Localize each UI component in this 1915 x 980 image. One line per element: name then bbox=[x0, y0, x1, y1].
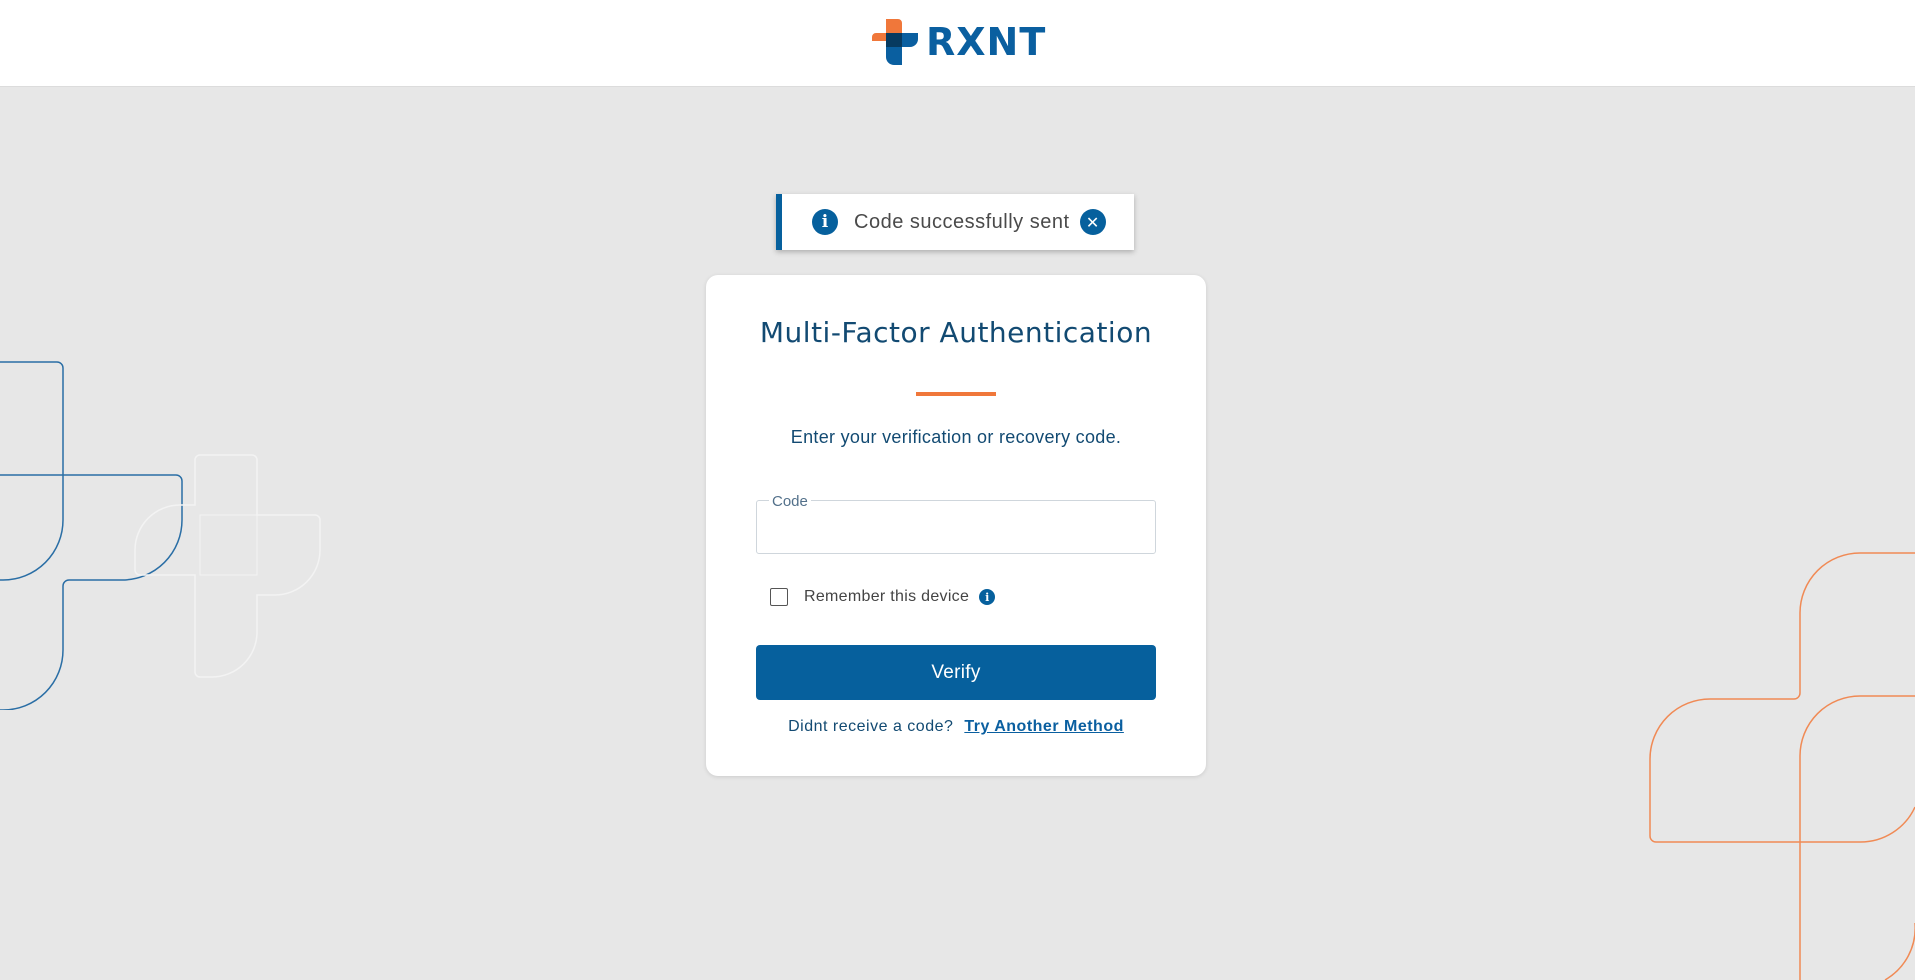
success-toast: i Code successfully sent ✕ bbox=[776, 194, 1134, 250]
remember-device-label[interactable]: Remember this device bbox=[804, 588, 969, 606]
try-another-method-link[interactable]: Try Another Method bbox=[964, 718, 1124, 735]
logo-cross-icon bbox=[872, 19, 918, 65]
logo-text: RXNT bbox=[926, 20, 1047, 64]
info-icon: i bbox=[812, 209, 838, 235]
verify-button[interactable]: Verify bbox=[756, 645, 1156, 700]
code-input[interactable] bbox=[767, 515, 1146, 547]
remember-device-row: Remember this device i bbox=[770, 588, 996, 606]
top-header: RXNT bbox=[0, 0, 1915, 87]
info-icon[interactable]: i bbox=[979, 589, 996, 605]
alternate-method-row: Didnt receive a code? Try Another Method bbox=[706, 718, 1206, 736]
title-underline bbox=[916, 392, 996, 396]
toast-message: Code successfully sent bbox=[854, 210, 1070, 233]
decorative-orange-cross-right bbox=[1649, 552, 1915, 980]
code-field[interactable]: Code bbox=[756, 493, 1156, 554]
page-title: Multi-Factor Authentication bbox=[759, 316, 1153, 349]
close-icon[interactable]: ✕ bbox=[1079, 209, 1106, 235]
code-field-label: Code bbox=[769, 493, 811, 510]
rxnt-logo: RXNT bbox=[872, 18, 1046, 66]
no-code-prompt: Didnt receive a code? bbox=[788, 718, 954, 735]
decorative-blue-cross-left bbox=[0, 361, 321, 710]
mfa-card: Multi-Factor Authentication Enter your v… bbox=[706, 275, 1206, 776]
remember-device-checkbox[interactable] bbox=[770, 588, 788, 606]
instructions-text: Enter your verification or recovery code… bbox=[790, 427, 1122, 447]
